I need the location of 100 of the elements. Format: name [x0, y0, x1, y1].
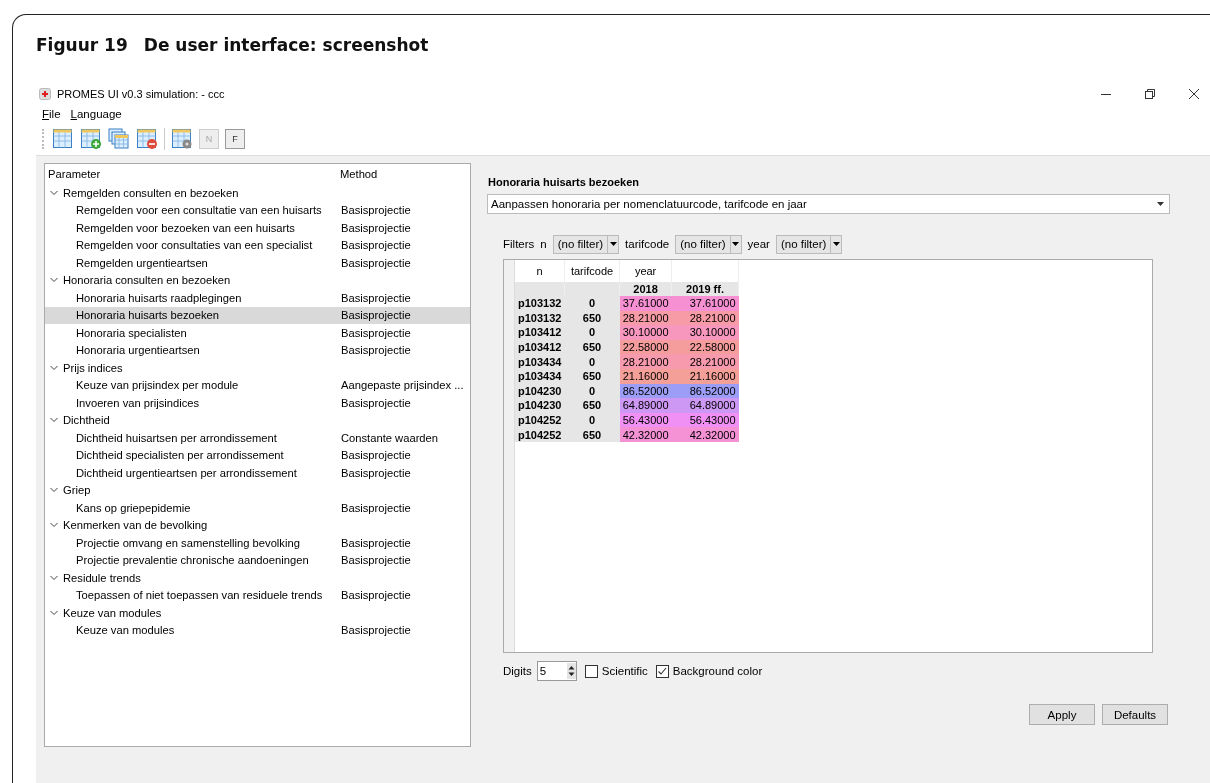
spin-arrows-icon: [566, 663, 576, 679]
parameter-name: Toepassen of niet toepassen van residuele trends: [76, 589, 324, 602]
parameter-name: Kans op griepepidemie: [76, 501, 192, 514]
filter-dropdown[interactable]: (no filter): [552, 234, 620, 254]
tree-row[interactable]: Keuze van modules Basisprojectie: [45, 621, 470, 639]
chevron-down-icon[interactable]: [50, 364, 58, 371]
tree-row[interactable]: Remgelden voor consultaties van een specialist Basisprojectie: [45, 236, 470, 254]
tree-row[interactable]: Projectie prevalentie chronische aandoeningen Basisprojectie: [45, 551, 470, 569]
tree-row[interactable]: Keuze van prijsindex per module Aangepaste prijsindex ...: [45, 376, 470, 394]
table-cell[interactable]: 28.21000: [671, 354, 739, 369]
tree-row[interactable]: Honoraria huisarts raadplegingen Basisprojectie: [45, 289, 470, 307]
tree-group[interactable]: Kenmerken van de bevolking: [63, 519, 208, 532]
checkbox[interactable]: [584, 664, 598, 678]
method-name: Basisprojectie: [341, 589, 411, 602]
figure-number: Figuur 19: [36, 35, 128, 57]
filter-dropdown[interactable]: (no filter): [675, 234, 742, 254]
method-name: Basisprojectie: [341, 256, 411, 269]
tree-group[interactable]: Remgelden consulten en bezoeken: [63, 186, 239, 199]
method-name: Constante waarden: [341, 431, 439, 444]
tree-row[interactable]: Projectie omvang en samenstelling bevolking Basisprojectie: [45, 534, 470, 552]
method-name: Basisprojectie: [341, 624, 411, 637]
year-header: 2019 ff.: [671, 282, 739, 296]
filter-label: year: [747, 238, 770, 250]
remove-table-icon[interactable]: [136, 128, 158, 150]
tree-row[interactable]: Remgelden urgentieartsen Basisprojectie: [45, 254, 470, 272]
table-cell[interactable]: 28.21000: [619, 354, 672, 369]
add-table-icon[interactable]: [80, 128, 102, 150]
tree-row[interactable]: Dichtheid huisartsen per arrondissement Constante waarden: [45, 429, 470, 447]
table-cell[interactable]: 64.89000: [671, 398, 739, 413]
push-button[interactable]: Defaults: [1102, 704, 1168, 725]
chevron-down-icon[interactable]: [50, 574, 58, 581]
tree-group[interactable]: Prijs indices: [63, 361, 123, 374]
tree-group[interactable]: Residule trends: [63, 571, 141, 584]
tree-row[interactable]: Remgelden voor bezoeken van een huisarts Basisprojectie: [45, 219, 470, 237]
tree-row[interactable]: Invoeren van prijsindices Basisprojectie: [45, 394, 470, 412]
parameter-name: Projectie prevalentie chronische aandoeningen: [76, 554, 310, 567]
checkbox[interactable]: [655, 664, 669, 678]
table-cell[interactable]: 42.32000: [619, 427, 672, 442]
method-dropdown[interactable]: Aanpassen honoraria per nomenclatuurcode, tarifcode en jaar: [487, 194, 1170, 214]
parameter-name: Remgelden urgentieartsen: [76, 256, 209, 269]
window-title: PROMES UI v0.3 simulation: - ccc: [57, 88, 225, 100]
chevron-down-icon[interactable]: [50, 277, 58, 284]
table-cell: p103434: [515, 354, 565, 369]
chevron-down-icon[interactable]: [50, 417, 58, 424]
table-cell[interactable]: 37.61000: [671, 296, 739, 311]
parameter-name: Remgelden voor consultaties van een specialist: [76, 239, 314, 252]
close-icon[interactable]: [1189, 89, 1199, 99]
tree-row[interactable]: Kans op griepepidemie Basisprojectie: [45, 499, 470, 517]
table-cell: 0: [564, 354, 620, 369]
chevron-down-icon[interactable]: [50, 522, 58, 529]
app-icon: [39, 88, 51, 100]
restore-icon[interactable]: [1145, 89, 1155, 99]
tree-row[interactable]: Dichtheid specialisten per arrondissement Basisprojectie: [45, 446, 470, 464]
table-settings-icon[interactable]: [171, 128, 193, 150]
parameter-name: Remgelden voor een consultatie van een huisarts: [76, 204, 323, 217]
letter-button[interactable]: F: [225, 129, 245, 149]
method-name: Basisprojectie: [341, 291, 411, 304]
table-cell: p104252: [515, 427, 565, 442]
parameter-name: Honoraria urgentieartsen: [76, 344, 201, 357]
tree-row[interactable]: Toepassen of niet toepassen van residuele trends Basisprojectie: [45, 586, 470, 604]
table-cell[interactable]: 42.32000: [671, 427, 739, 442]
tree-row[interactable]: Remgelden voor een consultatie van een huisarts Basisprojectie: [45, 201, 470, 219]
filter-label: n: [540, 238, 547, 250]
dropdown-arrow-icon: [1157, 202, 1164, 206]
table-cell: 0: [564, 296, 620, 311]
copy-table-icon[interactable]: [108, 128, 130, 150]
tree-group[interactable]: Dichtheid: [63, 414, 110, 427]
digits-spinbox[interactable]: 5: [536, 661, 577, 681]
parameter-name: Dichtheid huisartsen per arrondissement: [76, 431, 278, 444]
dropdown-arrow-icon: [732, 242, 740, 246]
figure-caption: De user interface: screenshot: [143, 35, 429, 57]
chevron-down-icon[interactable]: [50, 609, 58, 616]
table-cell[interactable]: 30.10000: [671, 325, 739, 340]
method-name: Basisprojectie: [341, 501, 411, 514]
method-name: Basisprojectie: [341, 554, 411, 567]
table-cell[interactable]: 30.10000: [619, 325, 672, 340]
table-icon[interactable]: [52, 128, 74, 150]
parameter-name: Remgelden voor bezoeken van een huisarts: [76, 221, 296, 234]
filter-dropdown[interactable]: (no filter): [775, 234, 843, 254]
table-cell: p103132: [515, 296, 565, 311]
tree-row[interactable]: Honoraria huisarts bezoeken Basisprojectie: [45, 306, 470, 324]
table-cell[interactable]: 64.89000: [619, 398, 672, 413]
menu-item[interactable]: File: [42, 108, 61, 120]
method-name: Basisprojectie: [341, 221, 411, 234]
tree-row[interactable]: Honoraria urgentieartsen Basisprojectie: [45, 341, 470, 359]
method-name: Basisprojectie: [341, 396, 411, 409]
method-name: Basisprojectie: [341, 204, 411, 217]
parameter-name: Honoraria huisarts bezoeken: [76, 309, 221, 322]
parameter-name: Keuze van prijsindex per module: [76, 379, 240, 392]
table-cell[interactable]: 37.61000: [619, 296, 672, 311]
method-name: Basisprojectie: [341, 344, 411, 357]
tree-group[interactable]: Keuze van modules: [63, 606, 162, 619]
tree-row[interactable]: Honoraria specialisten Basisprojectie: [45, 324, 470, 342]
chevron-down-icon[interactable]: [50, 487, 58, 494]
menu-item[interactable]: Language: [70, 108, 122, 120]
tree-group[interactable]: Griep: [63, 484, 91, 497]
push-button[interactable]: Apply: [1029, 704, 1095, 725]
tree-row[interactable]: Dichtheid urgentieartsen per arrondissement Basisprojectie: [45, 464, 470, 482]
chevron-down-icon[interactable]: [50, 189, 58, 196]
tree-group[interactable]: Honoraria consulten en bezoeken: [63, 274, 231, 287]
